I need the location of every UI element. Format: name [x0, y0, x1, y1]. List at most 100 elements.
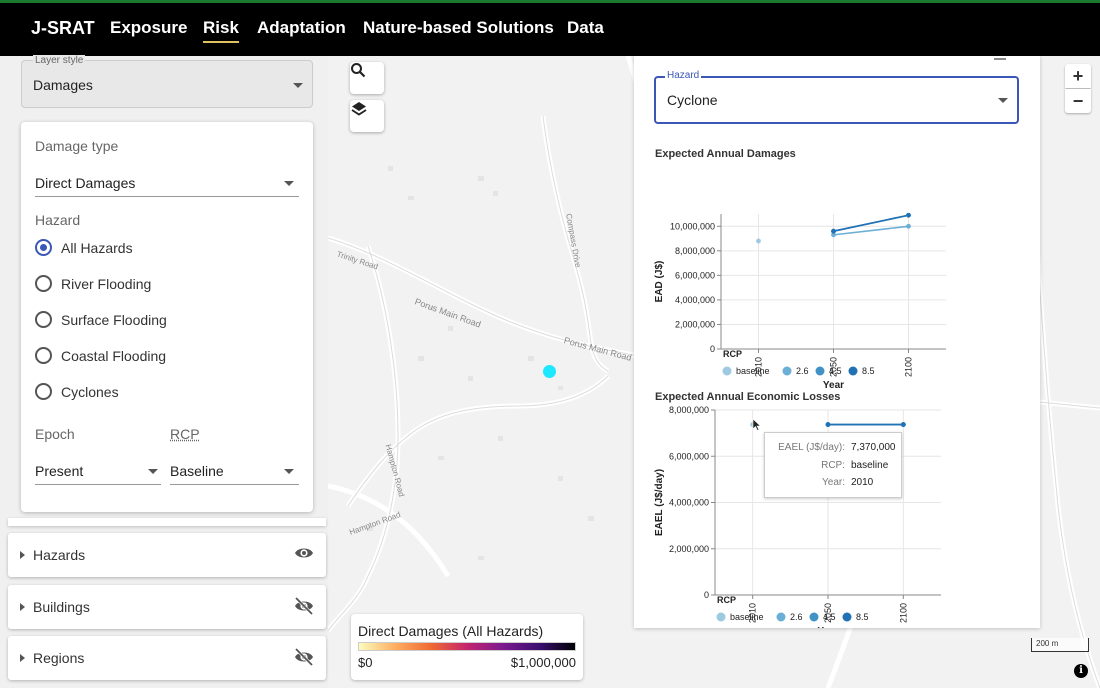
nav-nature-based-solutions[interactable]: Nature-based Solutions	[363, 18, 554, 38]
legend-min: $0	[358, 655, 373, 670]
radio-label-coastal-flooding: Coastal Flooding	[61, 348, 167, 364]
rcp-label: RCP	[170, 426, 200, 442]
damage-type-label: Damage type	[35, 138, 119, 154]
epoch-select[interactable]: Present	[35, 458, 161, 484]
legend-title: Direct Damages (All Hazards)	[358, 623, 544, 639]
nav-data[interactable]: Data	[567, 18, 604, 38]
data-point-baseline	[756, 238, 761, 244]
x-tick-label: 2100	[898, 603, 908, 623]
app-brand[interactable]: J-SRAT	[31, 18, 95, 39]
legend-colorbar	[358, 642, 576, 651]
zoom-out-button[interactable]: −	[1065, 89, 1091, 113]
legend-title: RCP	[717, 595, 736, 605]
legend-swatch-2.6	[776, 612, 786, 622]
y-tick-label: 6,000,000	[675, 270, 715, 280]
tooltip-val-eael: 7,370,000	[851, 442, 896, 453]
legend-swatch-8.5	[842, 612, 852, 622]
legend-label-4.5: 4.5	[829, 366, 842, 376]
y-tick-label: 10,000,000	[670, 221, 715, 231]
hazard-select[interactable]: Hazard Cyclone	[654, 70, 1019, 124]
layer-style-label: Layer style	[33, 55, 86, 66]
data-point-8.5	[906, 212, 911, 218]
tooltip-val-year: 2010	[851, 477, 874, 488]
y-tick-label: 8,000,000	[669, 405, 709, 415]
section-name-regions: Regions	[33, 650, 85, 666]
radio-coastal-flooding[interactable]	[35, 347, 52, 364]
legend-label-baseline: baseline	[730, 612, 764, 622]
radio-river-flooding[interactable]	[35, 275, 52, 292]
info-icon[interactable]: i	[1074, 664, 1088, 678]
legend-swatch-baseline	[722, 366, 732, 376]
x-axis-label: Year	[823, 380, 844, 391]
y-tick-label: 8,000,000	[675, 246, 715, 256]
tooltip-key-eael: EAEL (J$/day):	[778, 442, 845, 453]
tooltip-key-year: Year:	[822, 477, 845, 488]
radio-surface-flooding[interactable]	[35, 311, 52, 328]
chevron-down-icon	[998, 98, 1008, 103]
y-tick-label: 4,000,000	[669, 498, 709, 508]
y-tick-label: 6,000,000	[669, 451, 709, 461]
legend-max: $1,000,000	[510, 655, 576, 670]
layers-icon	[351, 102, 367, 116]
y-axis-label: EAEL (J$/day)	[654, 469, 665, 536]
legend-label-2.6: 2.6	[790, 612, 803, 622]
chevron-down-icon	[148, 469, 158, 474]
hazard-select-label: Hazard	[665, 70, 702, 81]
chevron-down-icon	[284, 469, 294, 474]
legend-swatch-4.5	[815, 366, 825, 376]
y-tick-label: 0	[710, 344, 715, 354]
chevron-down-icon	[284, 181, 294, 186]
eye-icon[interactable]	[294, 545, 314, 566]
ead-chart: 0 2,000,000 4,000,000 6,000,000 8,000,000 10,…	[654, 212, 946, 391]
rcp-value: Baseline	[170, 463, 224, 479]
epoch-value: Present	[35, 463, 84, 479]
damage-options-panel: Damage type Direct Damages Hazard All Ha…	[21, 122, 313, 512]
nav-risk[interactable]: Risk	[203, 18, 239, 43]
panel-handle[interactable]	[994, 58, 1006, 60]
legend-label-8.5: 8.5	[856, 612, 869, 622]
legend-swatch-baseline	[716, 612, 726, 622]
nav-exposure[interactable]: Exposure	[110, 18, 187, 38]
damage-type-select[interactable]: Direct Damages	[35, 170, 299, 196]
legend-swatch-8.5	[848, 366, 858, 376]
map-search-button[interactable]	[350, 62, 384, 94]
data-point-8.5	[825, 422, 831, 427]
radio-all-hazards[interactable]	[35, 239, 52, 256]
map-layers-button[interactable]	[350, 100, 384, 132]
legend-label-2.6: 2.6	[796, 366, 809, 376]
nav-adaptation[interactable]: Adaptation	[257, 18, 346, 38]
mouse-cursor-icon	[752, 418, 762, 431]
hazard-label: Hazard	[35, 212, 81, 228]
eye-off-icon[interactable]	[294, 647, 314, 671]
damage-legend: Direct Damages (All Hazards) $0 $1,000,0…	[351, 614, 583, 680]
chart-tooltip: EAEL (J$/day): 7,370,000 RCP: baseline Y…	[764, 432, 902, 498]
eye-off-icon[interactable]	[294, 596, 314, 620]
risk-details-panel: Hazard Cyclone Expected Annual Damages 0…	[634, 56, 1040, 628]
layer-style-select[interactable]: Layer style Damages	[21, 55, 313, 108]
radio-label-river-flooding: River Flooding	[61, 276, 152, 292]
radio-cyclones[interactable]	[35, 383, 52, 400]
legend-label-4.5: 4.5	[823, 612, 836, 622]
map-marker[interactable]	[543, 365, 556, 378]
legend-swatch-4.5	[809, 612, 819, 622]
y-tick-label: 0	[704, 590, 709, 600]
epoch-label: Epoch	[35, 426, 75, 442]
section-buildings[interactable]: Buildings	[8, 585, 326, 629]
section-name-buildings: Buildings	[33, 599, 90, 615]
tooltip-val-rcp: baseline	[851, 460, 889, 471]
tooltip-key-rcp: RCP:	[821, 460, 845, 471]
x-axis-label: Year	[817, 626, 838, 628]
chevron-down-icon	[293, 83, 303, 88]
zoom-in-button[interactable]: +	[1065, 64, 1091, 88]
legend-label-8.5: 8.5	[862, 366, 875, 376]
expand-arrow-icon	[20, 551, 25, 559]
x-tick-label: 2100	[904, 357, 914, 377]
section-regions[interactable]: Regions	[8, 636, 326, 680]
hazard-select-value: Cyclone	[667, 92, 718, 108]
data-point-8.5	[900, 422, 906, 427]
section-hazards[interactable]: Hazards	[8, 533, 326, 577]
damage-type-value: Direct Damages	[35, 175, 136, 191]
expand-arrow-icon	[20, 654, 25, 662]
rcp-select[interactable]: Baseline	[170, 458, 299, 484]
legend-title: RCP	[723, 349, 742, 359]
